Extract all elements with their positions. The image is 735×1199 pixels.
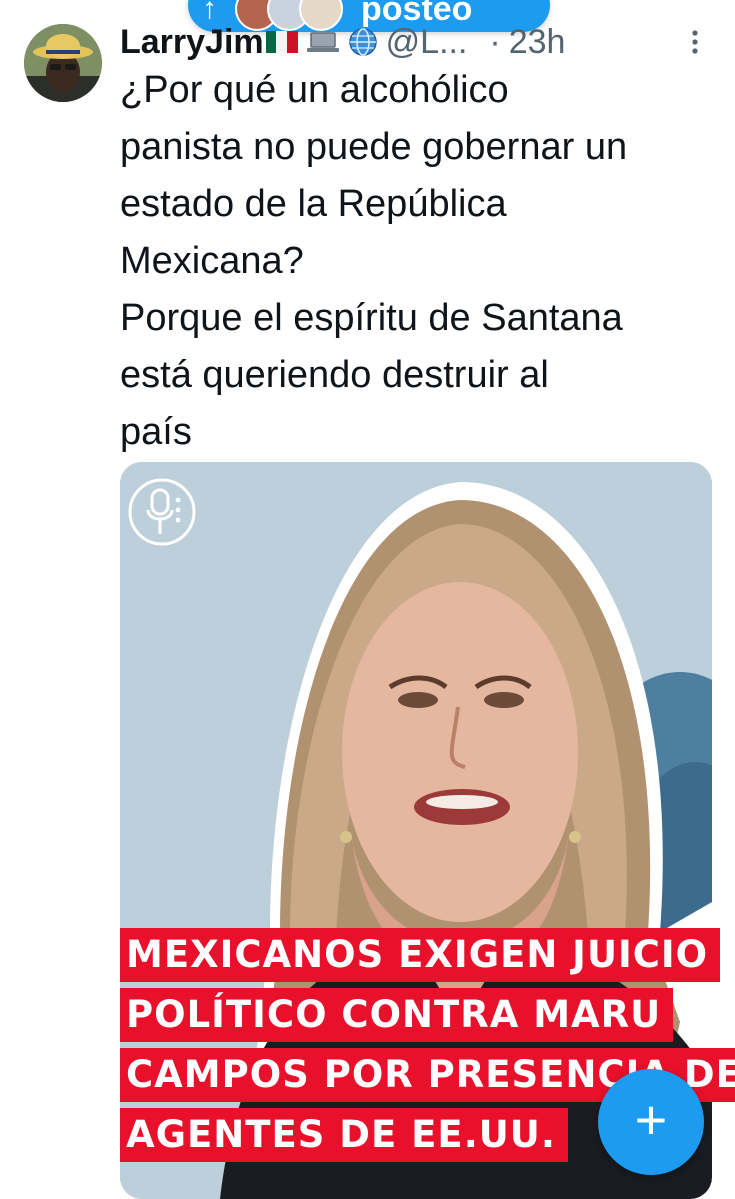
headline-line: POLÍTICO CONTRA MARU [120, 988, 674, 1042]
laptop-icon [306, 32, 339, 52]
microphone-logo-icon [128, 478, 196, 546]
headline-line: AGENTES DE EE.UU. [120, 1108, 568, 1162]
post-text-line: Mexicana? [120, 240, 304, 282]
media-headline: MEXICANOS EXIGEN JUICIO POLÍTICO CONTRA … [120, 928, 735, 1168]
post-text-line: ¿Por qué un alcohólico [120, 69, 509, 111]
author-handle[interactable]: @L... [386, 23, 468, 62]
separator-dot: · [489, 22, 501, 61]
post-text-line: país [120, 411, 192, 453]
author-avatar[interactable] [24, 24, 102, 102]
author-name[interactable]: LarryJim [120, 23, 264, 62]
post-time[interactable]: 23h [509, 23, 566, 62]
post-text-line: estado de la República [120, 183, 507, 225]
headline-line: MEXICANOS EXIGEN JUICIO [120, 928, 721, 982]
compose-button[interactable]: + [598, 1069, 704, 1175]
plus-icon: + [634, 1088, 668, 1151]
more-icon[interactable] [688, 28, 702, 56]
post-text: ¿Por qué un alcohólico panista no puede … [120, 62, 720, 461]
post-text-line: Porque el espíritu de Santana [120, 297, 623, 339]
mexico-flag-icon [265, 31, 298, 53]
post-text-line: panista no puede gobernar un [120, 126, 628, 168]
post-text-line: está queriendo destruir al [120, 354, 549, 396]
globe-icon [348, 28, 377, 56]
post-header: LarryJim @L... · 23h [120, 18, 720, 66]
